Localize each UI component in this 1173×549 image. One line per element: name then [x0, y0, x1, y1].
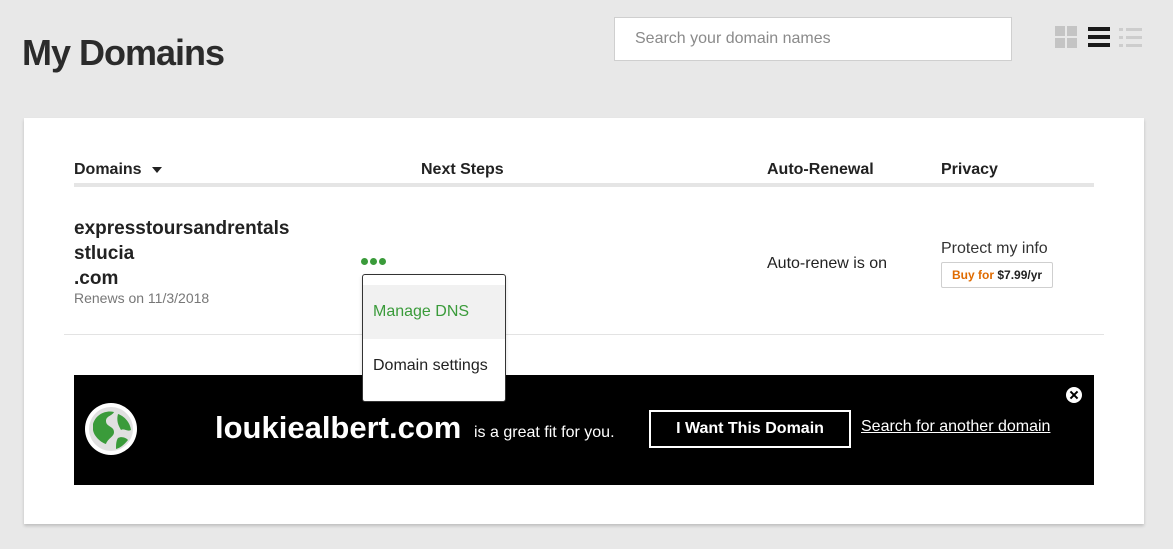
buy-privacy-button[interactable]: Buy for $7.99/yr	[941, 262, 1054, 288]
domain-search-input[interactable]	[614, 17, 1012, 61]
header-divider	[74, 183, 1094, 187]
column-header-domains-label: Domains	[74, 161, 142, 178]
domain-name-line: expresstoursandrentals	[74, 218, 290, 239]
close-icon[interactable]	[1066, 387, 1082, 403]
domain-suggestion-banner: loukiealbert.com is a great fit for you.…	[74, 375, 1094, 485]
suggested-domain: loukiealbert.com	[215, 410, 462, 445]
domain-name[interactable]: expresstoursandrentals stlucia .com	[74, 216, 314, 291]
globe-icon	[85, 403, 137, 455]
detail-list-view-icon[interactable]	[1119, 26, 1143, 50]
domain-name-line: stlucia	[74, 243, 135, 264]
menu-item-manage-dns[interactable]: Manage DNS	[363, 285, 505, 339]
want-this-domain-button[interactable]: I Want This Domain	[649, 410, 851, 448]
column-header-privacy: Privacy	[941, 161, 998, 178]
list-view-icon[interactable]	[1088, 26, 1112, 50]
search-another-domain-link[interactable]: Search for another domain	[861, 418, 1050, 436]
column-header-domains[interactable]: Domains	[74, 160, 162, 180]
buy-for-label: Buy for	[952, 268, 994, 282]
suggestion-tagline: is a great fit for you.	[474, 424, 615, 441]
column-header-next-steps: Next Steps	[421, 161, 504, 178]
renewal-date: Renews on 11/3/2018	[74, 290, 210, 306]
domains-card: Domains Next Steps Auto-Renewal Privacy …	[24, 118, 1144, 524]
row-divider	[64, 334, 1104, 335]
next-steps-more-icon[interactable]	[361, 256, 389, 266]
next-steps-menu: Manage DNS Domain settings	[362, 274, 506, 402]
domain-name-line: .com	[74, 268, 119, 289]
sort-caret-icon	[151, 166, 162, 173]
privacy-label: Protect my info	[941, 240, 1048, 257]
grid-view-icon[interactable]	[1055, 26, 1079, 50]
column-header-auto-renewal: Auto-Renewal	[767, 161, 874, 178]
auto-renew-status: Auto-renew is on	[767, 255, 888, 272]
buy-price: $7.99/yr	[997, 268, 1043, 282]
page-title: My Domains	[22, 32, 225, 73]
menu-item-domain-settings[interactable]: Domain settings	[363, 339, 505, 393]
